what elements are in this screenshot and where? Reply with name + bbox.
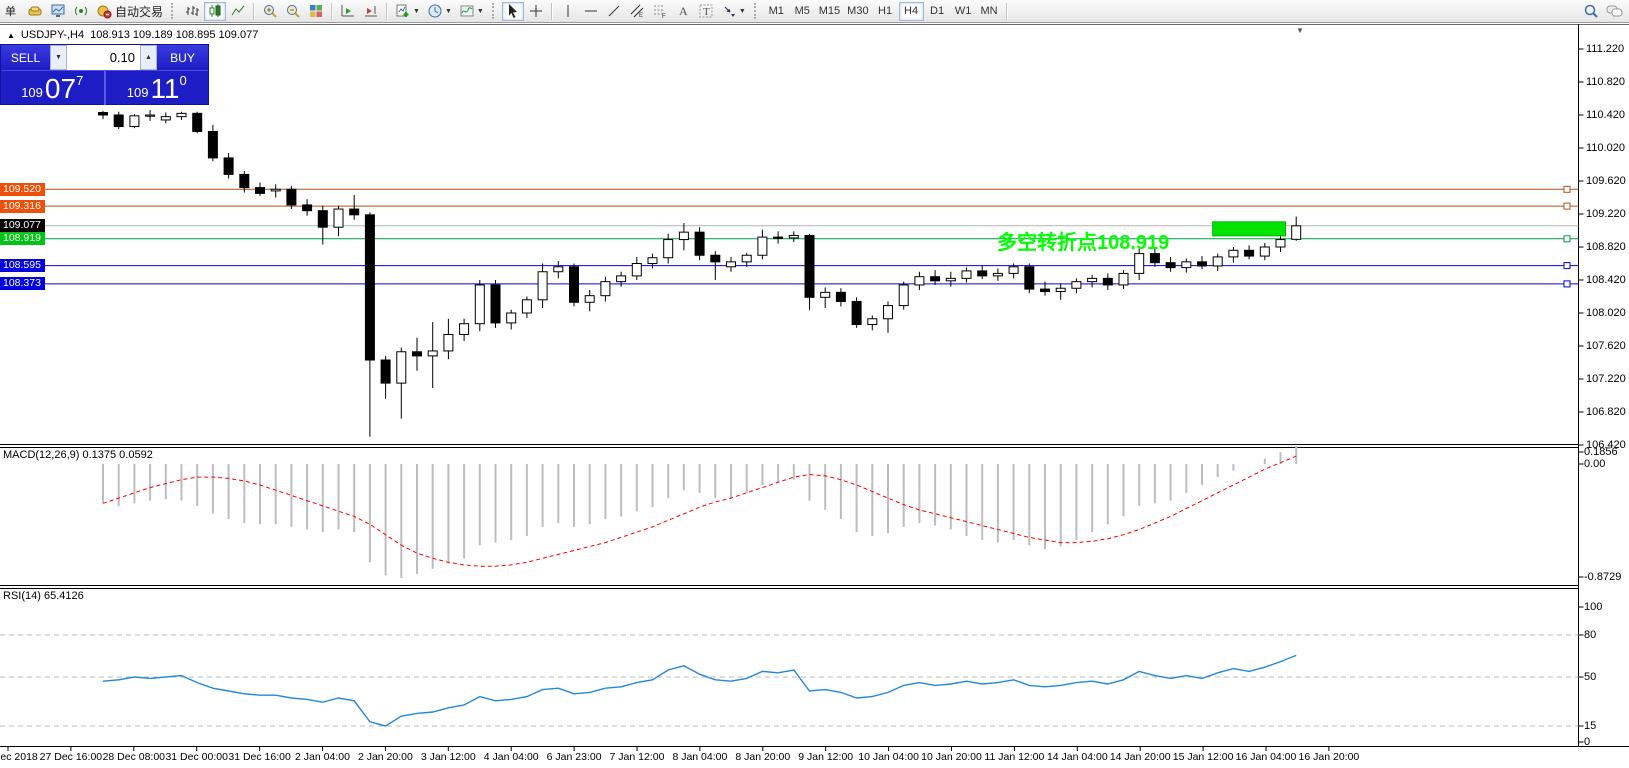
time-label: 8 Jan 04:00 — [672, 751, 727, 763]
price-badge-108.373[interactable]: 108.373 — [0, 277, 45, 290]
price-tick-label: 110.020 — [1586, 142, 1625, 154]
one-click-trading-panel: SELL ▼ 0.10 ▲ BUY 109 07 7 109 11 0 — [0, 44, 209, 105]
symbol-bar: ▲ USDJPY-,H4 108.913 109.189 108.895 109… — [7, 29, 258, 41]
panel-separator[interactable] — [0, 586, 1579, 589]
price-badge-109.077[interactable]: 109.077 — [0, 219, 45, 232]
volume-down-button[interactable]: ▼ — [50, 45, 67, 70]
macd-histogram — [103, 446, 1296, 578]
chart-text-annotation[interactable]: 多空转折点108.919 — [997, 226, 1169, 255]
price-tick-label: 108.020 — [1586, 307, 1626, 319]
time-label: 14 Jan 04:00 — [1047, 751, 1108, 763]
price-tick-label: 108.420 — [1586, 274, 1626, 286]
candles — [99, 110, 1301, 437]
hline-109.316[interactable] — [0, 203, 1579, 209]
price-badge-108.595[interactable]: 108.595 — [0, 259, 45, 272]
rsi-panel-title: RSI(14) 65.4126 — [3, 590, 84, 602]
panel-separator[interactable] — [0, 445, 1579, 448]
macd-tick-label: 0.00 — [1584, 458, 1605, 470]
time-label: 8 Jan 20:00 — [735, 751, 790, 763]
price-tick-label: 110.420 — [1586, 109, 1625, 121]
collapse-panel-icon[interactable]: ▲ — [7, 31, 15, 40]
buy-price[interactable]: 109 11 0 — [106, 71, 209, 105]
rsi-line — [103, 655, 1296, 726]
hline-108.373[interactable] — [0, 281, 1579, 287]
rsi-tick-label: 80 — [1584, 629, 1596, 641]
time-label: 10 Jan 20:00 — [921, 751, 982, 763]
time-label: 14 Jan 20:00 — [1110, 751, 1171, 763]
buy-button[interactable]: BUY — [157, 45, 208, 70]
sell-price-point: 7 — [76, 73, 83, 88]
time-label: 28 Dec 08:00 — [103, 751, 165, 763]
price-tick-label: 107.220 — [1586, 373, 1626, 385]
price-tick-label: 109.220 — [1586, 208, 1626, 220]
mt4-window: 单 自动交易 — [0, 0, 1629, 768]
buy-price-handle: 109 — [127, 85, 149, 100]
time-label: 16 Jan 20:00 — [1299, 751, 1360, 763]
macd-tick-label: -0.8729 — [1584, 571, 1621, 583]
hline-108.595[interactable] — [0, 263, 1579, 269]
symbol-ohlc: 108.913 109.189 108.895 109.077 — [90, 29, 258, 41]
sell-price-pips: 07 — [45, 76, 76, 102]
volume-up-button[interactable]: ▲ — [140, 45, 157, 70]
price-tick-label: 109.620 — [1586, 175, 1626, 187]
time-label: 2 Jan 04:00 — [295, 751, 350, 763]
sell-price-handle: 109 — [21, 85, 43, 100]
price-tick-label: 108.820 — [1586, 241, 1626, 253]
macd-tick-label: 0.1856 — [1584, 446, 1618, 458]
time-label: 4 Jan 04:00 — [484, 751, 539, 763]
chart-canvas[interactable] — [0, 0, 1629, 768]
price-tick-label: 111.220 — [1586, 43, 1624, 55]
time-label: 16 Jan 04:00 — [1236, 751, 1297, 763]
hline-109.520[interactable] — [0, 186, 1579, 192]
price-tick-label: 110.820 — [1586, 76, 1625, 88]
sell-price[interactable]: 109 07 7 — [1, 71, 104, 105]
price-tick-label: 107.620 — [1586, 340, 1626, 352]
symbol-title: USDJPY-,H4 — [21, 29, 84, 41]
time-label: 10 Jan 04:00 — [858, 751, 919, 763]
time-label: 31 Dec 16:00 — [228, 751, 290, 763]
buy-price-point: 0 — [180, 73, 187, 88]
time-label: 11 Jan 12:00 — [984, 751, 1044, 763]
time-label: 31 Dec 00:00 — [165, 751, 227, 763]
macd-panel-title: MACD(12,26,9) 0.1375 0.0592 — [3, 449, 153, 461]
price-badge-109.316[interactable]: 109.316 — [0, 200, 45, 213]
time-label: 2 Jan 20:00 — [358, 751, 413, 763]
time-label: 15 Jan 12:00 — [1173, 751, 1234, 763]
time-label: 27 Dec 2018 — [0, 751, 38, 763]
sell-button[interactable]: SELL — [1, 45, 50, 70]
price-badge-108.919[interactable]: 108.919 — [0, 232, 45, 245]
rsi-tick-label: 0 — [1584, 736, 1590, 748]
time-label: 6 Jan 23:00 — [547, 751, 602, 763]
volume-input[interactable]: 0.10 — [67, 45, 140, 70]
chart-window: ▲ USDJPY-,H4 108.913 109.189 108.895 109… — [0, 24, 1629, 768]
rsi-tick-label: 15 — [1584, 720, 1596, 732]
time-label: 3 Jan 12:00 — [421, 751, 476, 763]
price-tick-label: 106.820 — [1586, 406, 1626, 418]
time-label: 9 Jan 12:00 — [798, 751, 853, 763]
time-label: 7 Jan 12:00 — [610, 751, 665, 763]
rsi-tick-label: 50 — [1584, 671, 1596, 683]
rsi-tick-label: 100 — [1584, 601, 1602, 613]
time-label: 27 Dec 16:00 — [40, 751, 102, 763]
chart-shift-marker[interactable]: ▼ — [1296, 26, 1304, 35]
buy-price-pips: 11 — [150, 76, 179, 102]
price-badge-109.520[interactable]: 109.520 — [0, 183, 45, 196]
highlight-rectangle[interactable] — [1213, 222, 1286, 236]
